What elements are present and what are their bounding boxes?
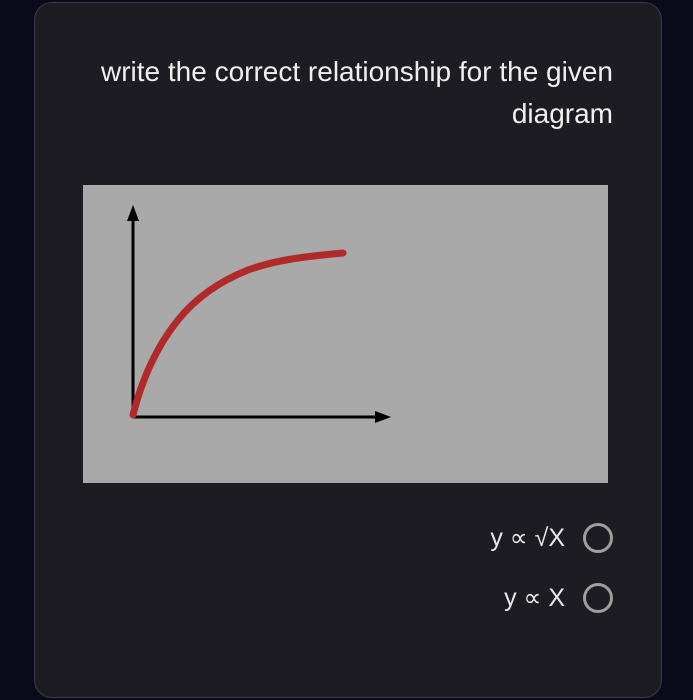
option-sqrt[interactable]: y ∝ √X: [490, 523, 613, 553]
axes-chart: [83, 185, 608, 483]
x-axis-arrow-icon: [375, 411, 391, 423]
radio-icon[interactable]: [583, 523, 613, 553]
curve-line: [133, 253, 343, 415]
diagram-container: [83, 185, 608, 483]
option-linear[interactable]: y ∝ X: [504, 583, 613, 613]
question-prompt: write the correct relationship for the g…: [83, 51, 613, 135]
option-label: y ∝ √X: [490, 523, 565, 553]
y-axis-arrow-icon: [127, 205, 139, 221]
option-label: y ∝ X: [504, 583, 565, 613]
question-card: write the correct relationship for the g…: [34, 2, 662, 698]
radio-icon[interactable]: [583, 583, 613, 613]
answer-options: y ∝ √X y ∝ X: [83, 523, 613, 613]
